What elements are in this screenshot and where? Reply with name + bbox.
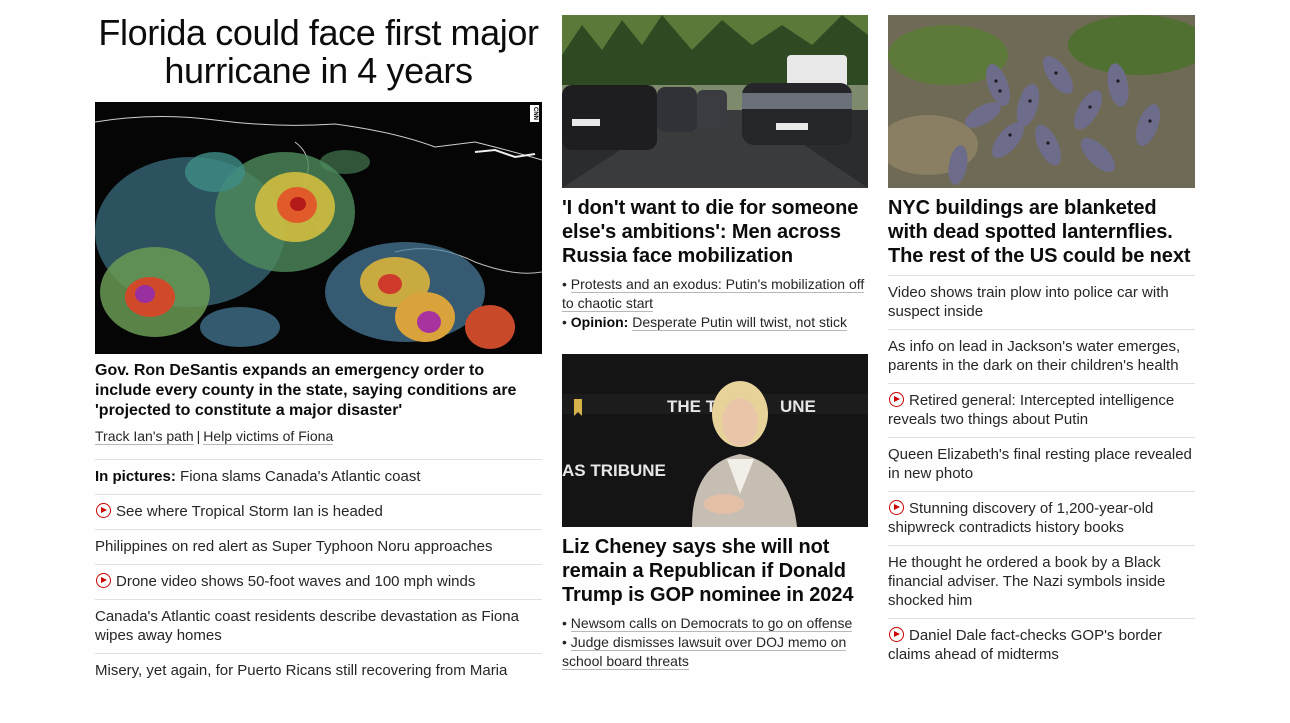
lead-related-list: In pictures: Fiona slams Canada's Atlant… [95, 459, 542, 688]
list-item[interactable]: He thought he ordered a book by a Black … [888, 546, 1195, 619]
list-item[interactable]: See where Tropical Storm Ian is headed [95, 495, 542, 530]
item-text: Drone video shows 50-foot waves and 100 … [116, 573, 476, 590]
list-item[interactable]: Philippines on red alert as Super Typhoo… [95, 530, 542, 565]
list-item[interactable]: Queen Elizabeth's final resting place re… [888, 438, 1195, 492]
help-fiona-link[interactable]: Help victims of Fiona [203, 428, 334, 445]
list-item[interactable]: Misery, yet again, for Puerto Ricans sti… [95, 654, 542, 688]
lanternflies-photo [888, 15, 1195, 188]
play-video-icon [889, 500, 904, 515]
list-item[interactable]: In pictures: Fiona slams Canada's Atlant… [95, 460, 542, 495]
cheney-headline[interactable]: Liz Cheney says she will not remain a Re… [562, 535, 868, 607]
cars-queue-photo [562, 15, 868, 188]
russia-headline[interactable]: 'I don't want to die for someone else's … [562, 196, 868, 268]
item-text: Stunning discovery of 1,200-year-old shi… [888, 500, 1154, 536]
right-column: NYC buildings are blanketed with dead sp… [888, 0, 1195, 672]
bullet-text: Protests and an exodus: Putin's mobiliza… [562, 276, 865, 312]
satellite-storm-image [95, 102, 542, 354]
list-item[interactable]: Drone video shows 50-foot waves and 100 … [95, 565, 542, 600]
lanternfly-image[interactable] [888, 15, 1195, 188]
bullet-item[interactable]: • Protests and an exodus: Putin's mobili… [562, 275, 868, 313]
bullet-item[interactable]: • Newsom calls on Democrats to go on off… [562, 614, 868, 633]
play-video-icon [889, 627, 904, 642]
lead-links: Track Ian's path | Help victims of Fiona [95, 427, 542, 445]
item-text: Misery, yet again, for Puerto Ricans sti… [95, 662, 508, 679]
bullet-prefix: Opinion: [570, 314, 629, 330]
backdrop-text-bottom: AS TRIBUNE [562, 461, 666, 480]
item-text: Queen Elizabeth's final resting place re… [888, 446, 1192, 482]
cnn-badge: CNN [530, 105, 539, 122]
lanternfly-headline[interactable]: NYC buildings are blanketed with dead sp… [888, 196, 1195, 268]
item-text: As info on lead in Jackson's water emerg… [888, 338, 1181, 374]
lead-headline[interactable]: Florida could face first major hurricane… [95, 14, 542, 90]
cheney-bullets: • Newsom calls on Democrats to go on off… [562, 614, 868, 671]
item-text: Canada's Atlantic coast residents descri… [95, 608, 519, 644]
lead-subheadline[interactable]: Gov. Ron DeSantis expands an emergency o… [95, 361, 542, 421]
list-item[interactable]: Daniel Dale fact-checks GOP's border cla… [888, 619, 1195, 672]
russia-bullets: • Protests and an exodus: Putin's mobili… [562, 275, 868, 332]
bullet-text: Desperate Putin will twist, not stick [632, 314, 847, 331]
cheney-photo: THE TEX UNE AS TRIBUNE [562, 354, 868, 527]
track-ian-link[interactable]: Track Ian's path [95, 428, 194, 445]
item-text: Retired general: Intercepted intelligenc… [888, 392, 1175, 428]
item-text: He thought he ordered a book by a Black … [888, 554, 1166, 609]
play-video-icon [889, 392, 904, 407]
list-item[interactable]: As info on lead in Jackson's water emerg… [888, 330, 1195, 384]
bullet-item[interactable]: • Opinion: Desperate Putin will twist, n… [562, 313, 868, 332]
item-text: Fiona slams Canada's Atlantic coast [180, 468, 421, 485]
bullet-text: Newsom calls on Democrats to go on offen… [570, 615, 853, 632]
item-prefix: In pictures: [95, 468, 176, 485]
right-related-list: Video shows train plow into police car w… [888, 275, 1195, 672]
bullet-item[interactable]: • Judge dismisses lawsuit over DOJ memo … [562, 633, 868, 671]
item-text: See where Tropical Storm Ian is headed [116, 503, 383, 520]
bullet-text: Judge dismisses lawsuit over DOJ memo on… [562, 634, 847, 670]
middle-column: 'I don't want to die for someone else's … [562, 0, 868, 671]
cheney-image[interactable]: THE TEX UNE AS TRIBUNE [562, 354, 868, 527]
backdrop-text-top2: UNE [780, 397, 816, 416]
lead-column: Florida could face first major hurricane… [95, 0, 542, 688]
list-item[interactable]: Video shows train plow into police car w… [888, 276, 1195, 330]
link-separator: | [196, 428, 201, 444]
item-text: Video shows train plow into police car w… [888, 284, 1169, 320]
play-video-icon [96, 503, 111, 518]
item-text: Philippines on red alert as Super Typhoo… [95, 538, 493, 555]
item-text: Daniel Dale fact-checks GOP's border cla… [888, 627, 1162, 663]
play-video-icon [96, 573, 111, 588]
lead-image[interactable]: CNN [95, 102, 542, 354]
list-item[interactable]: Stunning discovery of 1,200-year-old shi… [888, 492, 1195, 546]
russia-traffic-image[interactable] [562, 15, 868, 188]
list-item[interactable]: Canada's Atlantic coast residents descri… [95, 600, 542, 654]
list-item[interactable]: Retired general: Intercepted intelligenc… [888, 384, 1195, 438]
